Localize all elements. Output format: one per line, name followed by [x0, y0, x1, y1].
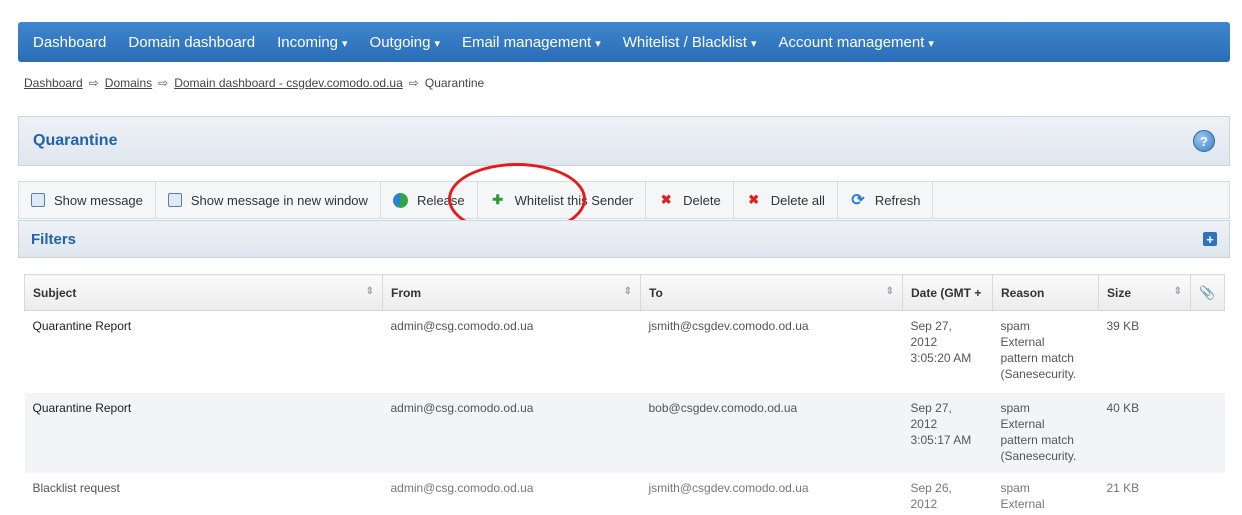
nav-dashboard[interactable]: Dashboard	[22, 34, 117, 51]
page-title: Quarantine	[33, 132, 118, 149]
action-toolbar: Show message Show message in new window …	[18, 181, 1230, 219]
delete-label: Delete	[683, 192, 721, 208]
cell-date: Sep 27, 2012 3:05:17 AM	[902, 392, 993, 473]
sort-icon[interactable]: ⇕	[886, 286, 894, 297]
caret-down-icon: ▾	[750, 37, 757, 50]
cell-attachment	[1190, 472, 1225, 515]
filters-panel[interactable]: Filters +	[18, 220, 1230, 258]
column-header-date[interactable]: Date (GMT +	[902, 274, 993, 311]
sort-icon[interactable]: ⇕	[624, 286, 632, 297]
cell-attachment	[1190, 392, 1225, 473]
column-header-to[interactable]: To ⇕	[640, 274, 903, 311]
arrow-right-icon: ⇨	[408, 76, 419, 90]
cell-to: bob@csgdev.comodo.od.ua	[640, 392, 903, 473]
quarantine-table: Subject ⇕ From ⇕ To ⇕ Date (GMT + Reason Si…	[24, 274, 1225, 515]
table-row[interactable]: Quarantine Report admin@csg.comodo.od.ua…	[24, 310, 1225, 393]
refresh-button[interactable]: ⟳ Refresh	[838, 182, 934, 218]
cell-reason: spam External pattern match (Sanesecurity.	[992, 310, 1099, 393]
cell-subject: Quarantine Report	[24, 392, 383, 473]
filters-label: Filters	[31, 230, 77, 248]
release-icon	[392, 192, 408, 208]
whitelist-sender-button[interactable]: ✚ Whitelist this Sender	[478, 182, 647, 218]
expand-icon[interactable]: +	[1203, 232, 1217, 246]
cell-reason: spam External	[992, 472, 1099, 515]
cell-size: 21 KB	[1098, 472, 1191, 515]
message-icon	[31, 193, 45, 207]
table-row[interactable]: Blacklist request admin@csg.comodo.od.ua…	[24, 472, 1225, 515]
refresh-icon: ⟳	[851, 192, 865, 209]
caret-down-icon: ▾	[434, 37, 440, 50]
refresh-label: Refresh	[874, 192, 921, 208]
delete-all-label: Delete all	[770, 192, 825, 208]
cell-size: 40 KB	[1098, 392, 1191, 473]
caret-down-icon: ▾	[342, 37, 348, 50]
column-header-from[interactable]: From ⇕	[382, 274, 641, 311]
page-header: Quarantine ?	[18, 116, 1230, 166]
release-label: Release	[416, 192, 465, 208]
table-header-row: Subject ⇕ From ⇕ To ⇕ Date (GMT + Reason Si…	[24, 274, 1225, 311]
breadcrumb-domain-dashboard-link[interactable]: Domain dashboard - csgdev.comodo.od.ua	[174, 76, 403, 90]
sort-icon[interactable]: ⇕	[1174, 286, 1182, 297]
cell-attachment	[1190, 310, 1225, 393]
column-header-reason[interactable]: Reason	[992, 274, 1099, 311]
delete-icon: ✖	[660, 192, 672, 207]
column-header-attachment[interactable]: 📎	[1190, 274, 1225, 311]
add-icon: ✚	[492, 192, 504, 207]
column-header-size[interactable]: Size ⇕	[1098, 274, 1191, 311]
nav-email-management[interactable]: Email management ▾	[451, 34, 612, 51]
nav-account-management[interactable]: Account management ▾	[767, 34, 944, 51]
nav-outgoing[interactable]: Outgoing ▾	[359, 34, 451, 51]
show-message-new-window-button[interactable]: Show message in new window	[156, 182, 381, 218]
main-navbar: Dashboard Domain dashboard Incoming ▾ Out…	[18, 22, 1230, 62]
cell-from: admin@csg.comodo.od.ua	[382, 392, 641, 473]
cell-subject: Quarantine Report	[24, 310, 383, 393]
breadcrumb: Dashboard ⇨ Domains ⇨ Domain dashboard -…	[24, 76, 484, 90]
cell-reason: spam External pattern match (Sanesecurity.	[992, 392, 1099, 473]
cell-size: 39 KB	[1098, 310, 1191, 393]
attachment-icon: 📎	[1199, 284, 1216, 300]
sort-icon[interactable]: ⇕	[366, 286, 374, 297]
caret-down-icon: ▾	[595, 37, 601, 50]
caret-down-icon: ▾	[928, 37, 934, 50]
cell-subject: Blacklist request	[24, 472, 383, 515]
help-icon[interactable]: ?	[1193, 130, 1215, 152]
nav-incoming[interactable]: Incoming ▾	[266, 34, 358, 51]
breadcrumb-current: Quarantine	[424, 76, 485, 90]
table-row[interactable]: Quarantine Report admin@csg.comodo.od.ua…	[24, 392, 1225, 473]
cell-to: jsmith@csgdev.comodo.od.ua	[640, 310, 903, 393]
arrow-right-icon: ⇨	[88, 76, 99, 90]
cell-from: admin@csg.comodo.od.ua	[382, 472, 641, 515]
breadcrumb-domains-link[interactable]: Domains	[105, 76, 152, 90]
show-message-button[interactable]: Show message	[19, 182, 156, 218]
show-message-label: Show message	[54, 192, 143, 208]
show-message-new-window-label: Show message in new window	[190, 192, 368, 208]
cell-to: jsmith@csgdev.comodo.od.ua	[640, 472, 903, 515]
cell-date: Sep 27, 2012 3:05:20 AM	[902, 310, 993, 393]
arrow-right-icon: ⇨	[158, 76, 169, 90]
new-window-icon	[167, 193, 182, 207]
cell-from: admin@csg.comodo.od.ua	[382, 310, 641, 393]
breadcrumb-dashboard-link[interactable]: Dashboard	[24, 76, 83, 90]
nav-whitelist-blacklist[interactable]: Whitelist / Blacklist ▾	[612, 34, 768, 51]
cell-date: Sep 26, 2012	[902, 472, 993, 515]
delete-button[interactable]: ✖ Delete	[646, 182, 734, 218]
column-header-subject[interactable]: Subject ⇕	[24, 274, 383, 311]
delete-all-icon: ✖	[748, 192, 760, 207]
delete-all-button[interactable]: ✖ Delete all	[734, 182, 838, 218]
whitelist-sender-label: Whitelist this Sender	[514, 192, 634, 208]
release-button[interactable]: Release	[381, 182, 478, 218]
nav-domain-dashboard[interactable]: Domain dashboard	[117, 34, 266, 51]
